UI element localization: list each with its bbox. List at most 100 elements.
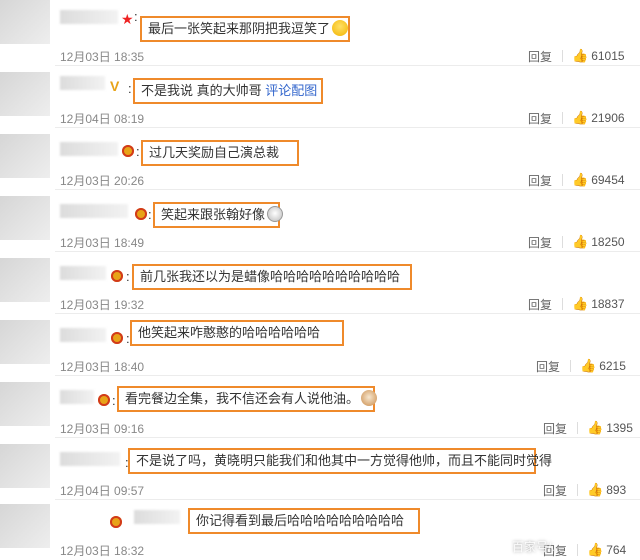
like-count: 893 — [606, 483, 627, 497]
username[interactable] — [60, 390, 94, 404]
username[interactable] — [60, 204, 128, 218]
vip-crown-icon — [111, 332, 123, 344]
vip-crown-icon — [111, 270, 123, 282]
divider — [577, 544, 578, 556]
vip-crown-icon — [98, 394, 110, 406]
cat-emoji-icon — [267, 206, 284, 222]
like-button[interactable]: 👍 6215 — [580, 358, 626, 374]
highlighted-comment: 看完餐边全集，我不信还会有人说他油。 — [117, 386, 378, 412]
laugh-emoji-icon — [332, 20, 349, 36]
comment-text: 不是说了吗，黄晓明只能我们和他其中一方觉得他帅，而且不能同时觉得 — [136, 453, 553, 468]
like-count: 21906 — [591, 111, 625, 125]
divider — [562, 298, 563, 310]
reply-button[interactable]: 回复 — [536, 358, 560, 375]
like-button[interactable]: 👍 764 — [587, 542, 626, 558]
highlighted-comment: 前几张我还以为是蜡像哈哈哈哈哈哈哈哈哈哈 — [132, 264, 412, 290]
highlighted-comment: 你记得看到最后哈哈哈哈哈哈哈哈哈 — [188, 508, 420, 534]
avatar[interactable] — [0, 0, 50, 44]
like-count: 1395 — [606, 421, 633, 435]
divider — [570, 360, 571, 372]
like-button[interactable]: 👍 69454 — [572, 172, 625, 188]
highlighted-comment: 笑起来跟张翰好像 — [153, 202, 284, 228]
reply-button[interactable]: 回复 — [528, 48, 552, 65]
like-count: 18250 — [591, 235, 625, 249]
thumbs-up-icon: 👍 — [580, 358, 597, 373]
comment-row: : 不是说了吗，黄晓明只能我们和他其中一方觉得他帅，而且不能同时觉得 12月04… — [0, 438, 640, 500]
like-button[interactable]: 👍 21906 — [572, 110, 625, 126]
comment-text: 你记得看到最后哈哈哈哈哈哈哈哈哈 — [196, 513, 405, 528]
comment-date: 12月03日 19:32 — [60, 298, 145, 312]
avatar[interactable] — [0, 444, 50, 488]
username[interactable] — [60, 266, 106, 280]
divider — [562, 174, 563, 186]
like-button[interactable]: 👍 18837 — [572, 296, 625, 312]
comment-row: : 过几天奖励自己演总裁 12月03日 20:26 回复 👍 69454 — [0, 128, 640, 190]
thumbs-up-icon: 👍 — [572, 296, 589, 311]
like-count: 69454 — [591, 173, 625, 187]
username[interactable] — [60, 142, 118, 156]
thumbs-up-icon: 👍 — [587, 420, 604, 435]
reply-button[interactable]: 回复 — [543, 482, 567, 499]
avatar[interactable] — [0, 134, 50, 178]
comment-row: : 前几张我还以为是蜡像哈哈哈哈哈哈哈哈哈哈 12月03日 19:32 回复 👍… — [0, 252, 640, 314]
dog-emoji-icon — [361, 390, 378, 406]
reply-button[interactable]: 回复 — [528, 296, 552, 313]
avatar[interactable] — [0, 382, 50, 426]
comment-row: V : 不是我说 真的大帅哥 评论配图 12月04日 08:19 回复 👍 219… — [0, 66, 640, 128]
highlighted-comment: 最后一张笑起来那阴把我逗笑了 — [140, 16, 350, 42]
colon: : — [126, 269, 130, 284]
comment-date: 12月03日 18:40 — [60, 360, 145, 374]
comment-text: 前几张我还以为是蜡像哈哈哈哈哈哈哈哈哈哈 — [140, 269, 401, 284]
comment-text: 看完餐边全集，我不信还会有人说他油。 — [125, 391, 360, 406]
thumbs-up-icon: 👍 — [572, 48, 589, 63]
verified-v-icon: V — [110, 78, 120, 94]
colon: : — [112, 393, 116, 408]
avatar[interactable] — [0, 504, 50, 548]
like-count: 18837 — [591, 297, 625, 311]
username[interactable] — [60, 76, 105, 90]
divider — [577, 484, 578, 496]
reply-button[interactable]: 回复 — [543, 420, 567, 437]
highlighted-comment: 他笑起来咋憨憨的哈哈哈哈哈哈 — [130, 320, 344, 346]
comment-image-link[interactable]: 评论配图 — [265, 83, 317, 98]
comment-row: : 看完餐边全集，我不信还会有人说他油。 12月03日 09:16 回复 👍 13… — [0, 376, 640, 438]
highlighted-comment: 不是说了吗，黄晓明只能我们和他其中一方觉得他帅，而且不能同时觉得 — [128, 448, 552, 474]
avatar[interactable] — [0, 258, 50, 302]
like-button[interactable]: 👍 893 — [587, 482, 626, 498]
divider — [562, 112, 563, 124]
thumbs-up-icon: 👍 — [572, 110, 589, 125]
like-button[interactable]: 👍 61015 — [572, 48, 625, 64]
username[interactable] — [60, 10, 118, 24]
reply-button[interactable]: 回复 — [528, 234, 552, 251]
comment-date: 12月04日 08:19 — [60, 112, 145, 126]
like-button[interactable]: 👍 1395 — [587, 420, 633, 436]
reply-button[interactable]: 回复 — [528, 172, 552, 189]
vip-crown-icon — [122, 145, 134, 157]
reply-button[interactable]: 回复 — [528, 110, 552, 127]
comment-row: ★ : 最后一张笑起来那阴把我逗笑了 12月03日 18:35 回复 👍 6101… — [0, 0, 640, 66]
like-count: 764 — [606, 543, 627, 557]
username[interactable] — [60, 328, 106, 342]
comment-row: : 笑起来跟张翰好像 12月03日 18:49 回复 👍 18250 — [0, 190, 640, 252]
colon: : — [134, 9, 138, 24]
colon: : — [128, 81, 132, 96]
avatar[interactable] — [0, 320, 50, 364]
highlighted-comment: 过几天奖励自己演总裁 — [141, 140, 299, 166]
avatar[interactable] — [0, 72, 50, 116]
vip-crown-icon — [135, 208, 147, 220]
thumbs-up-icon: 👍 — [572, 172, 589, 187]
comment-date: 12月03日 18:49 — [60, 236, 145, 250]
comment-row: : 他笑起来咋憨憨的哈哈哈哈哈哈 12月03日 18:40 回复 👍 6215 — [0, 314, 640, 376]
divider — [562, 50, 563, 62]
watermark: 百家号/... — [512, 540, 562, 554]
comment-date: 12月04日 09:57 — [60, 484, 145, 498]
like-button[interactable]: 👍 18250 — [572, 234, 625, 250]
divider — [577, 422, 578, 434]
username[interactable] — [134, 510, 180, 524]
star-badge-icon: ★ — [121, 11, 134, 27]
thumbs-up-icon: 👍 — [587, 542, 604, 557]
avatar[interactable] — [0, 196, 50, 240]
vip-crown-icon — [110, 516, 122, 528]
colon: : — [136, 144, 140, 159]
username[interactable] — [60, 452, 120, 466]
